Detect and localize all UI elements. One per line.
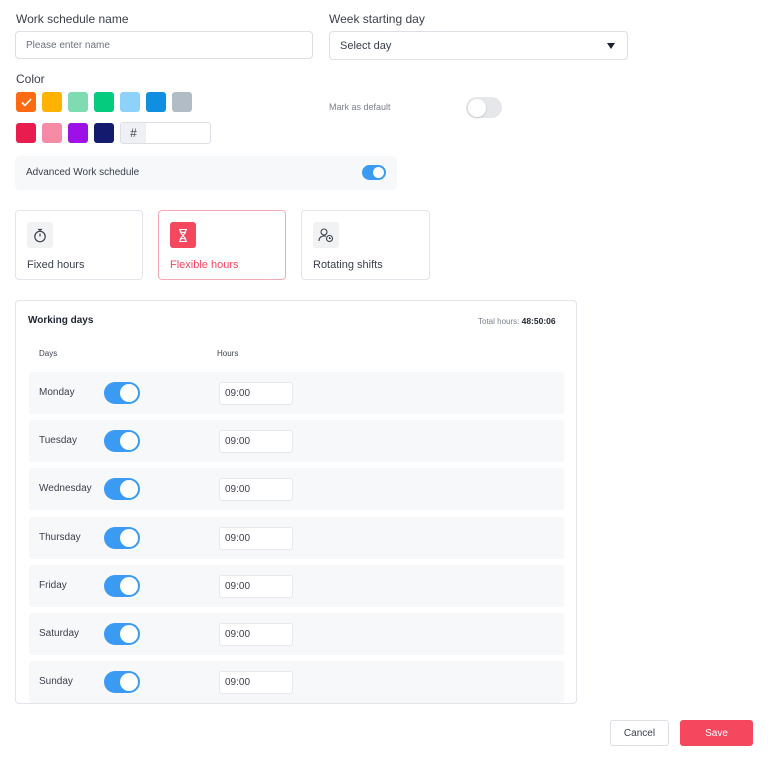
working-day-row: Monday 09:00 xyxy=(29,372,564,414)
color-swatch[interactable] xyxy=(68,92,88,112)
card-flexible-hours-label: Flexible hours xyxy=(170,259,239,271)
color-swatch[interactable] xyxy=(42,123,62,143)
day-hours-input[interactable]: 09:00 xyxy=(219,430,293,454)
day-enabled-toggle[interactable] xyxy=(104,574,140,597)
day-name: Sunday xyxy=(39,676,73,688)
toggle-knob xyxy=(120,432,138,451)
color-label: Color xyxy=(16,72,45,86)
day-hours-input[interactable]: 09:00 xyxy=(219,526,293,550)
stopwatch-icon xyxy=(27,222,53,248)
total-hours-label: Total hours: xyxy=(478,317,520,326)
color-swatches-row-1 xyxy=(16,92,192,112)
day-hours-input[interactable]: 09:00 xyxy=(219,382,293,405)
schedule-name-placeholder: Please enter name xyxy=(26,39,110,51)
schedule-name-label: Work schedule name xyxy=(16,12,129,26)
toggle-knob xyxy=(120,480,138,499)
working-day-row: Sunday 09:00 xyxy=(29,661,564,704)
day-enabled-toggle[interactable] xyxy=(104,623,140,645)
day-hours-input[interactable]: 09:00 xyxy=(219,478,293,502)
total-hours-value: 48:50:06 xyxy=(521,316,556,326)
card-rotating-shifts-label: Rotating shifts xyxy=(313,259,383,271)
total-hours: Total hours: 48:50:06 xyxy=(478,316,556,326)
toggle-knob xyxy=(120,576,138,595)
color-swatch[interactable] xyxy=(94,92,114,112)
mark-default-label: Mark as default xyxy=(329,102,391,112)
card-fixed-hours[interactable]: Fixed hours xyxy=(15,210,143,280)
week-start-value: Select day xyxy=(340,39,392,52)
color-swatch[interactable] xyxy=(146,92,166,112)
card-rotating-shifts[interactable]: Rotating shifts xyxy=(301,210,430,280)
day-enabled-toggle[interactable] xyxy=(104,382,140,404)
card-flexible-hours[interactable]: Flexible hours xyxy=(158,210,286,280)
working-day-row: Friday 09:00 xyxy=(29,564,564,607)
checkmark-icon xyxy=(20,97,32,107)
card-fixed-hours-label: Fixed hours xyxy=(27,259,85,271)
day-hours-input[interactable]: 09:00 xyxy=(219,671,293,695)
day-name: Tuesday xyxy=(39,435,77,447)
color-swatch[interactable] xyxy=(42,92,62,112)
color-swatch[interactable] xyxy=(94,123,114,143)
day-enabled-toggle[interactable] xyxy=(104,430,140,453)
color-swatches-row-2 xyxy=(16,123,114,143)
schedule-name-input[interactable]: Please enter name xyxy=(15,31,313,59)
hourglass-icon xyxy=(170,222,196,248)
custom-color-input[interactable]: # xyxy=(120,122,211,144)
day-name: Saturday xyxy=(39,628,80,639)
week-start-select[interactable]: Select day xyxy=(329,31,628,60)
color-swatch[interactable] xyxy=(16,92,36,112)
toggle-knob xyxy=(468,98,486,117)
color-swatch[interactable] xyxy=(68,123,88,143)
color-swatch[interactable] xyxy=(16,123,36,143)
working-day-row: Tuesday 09:00 xyxy=(29,420,564,463)
save-button[interactable]: Save xyxy=(680,720,753,746)
toggle-knob xyxy=(373,167,384,178)
cancel-button[interactable]: Cancel xyxy=(610,720,669,746)
working-day-row: Saturday 09:00 xyxy=(29,613,564,655)
advanced-schedule-toggle[interactable] xyxy=(362,165,386,180)
column-header-days: Days xyxy=(39,349,58,358)
toggle-knob xyxy=(120,384,138,402)
user-clock-icon xyxy=(313,222,339,248)
day-hours-input[interactable]: 09:00 xyxy=(219,623,293,646)
day-enabled-toggle[interactable] xyxy=(104,671,140,694)
toggle-knob xyxy=(120,673,138,692)
day-name: Friday xyxy=(39,579,67,591)
caret-down-icon xyxy=(607,43,615,49)
advanced-schedule-label: Advanced Work schedule xyxy=(26,167,140,178)
advanced-schedule-bar: Advanced Work schedule xyxy=(15,156,397,190)
day-name: Thursday xyxy=(39,531,81,543)
day-hours-input[interactable]: 09:00 xyxy=(219,574,293,598)
working-day-row: Thursday 09:00 xyxy=(29,516,564,559)
week-start-label: Week starting day xyxy=(329,12,425,26)
mark-default-toggle[interactable] xyxy=(466,97,502,118)
day-enabled-toggle[interactable] xyxy=(104,478,140,501)
toggle-knob xyxy=(120,528,138,547)
working-day-row: Wednesday 09:00 xyxy=(29,468,564,511)
color-swatch[interactable] xyxy=(172,92,192,112)
day-name: Wednesday xyxy=(39,483,92,495)
toggle-knob xyxy=(120,625,138,643)
color-swatch[interactable] xyxy=(120,92,140,112)
day-enabled-toggle[interactable] xyxy=(104,526,140,549)
hash-prefix: # xyxy=(121,123,146,143)
working-days-title: Working days xyxy=(28,315,94,326)
day-name: Monday xyxy=(39,387,75,398)
column-header-hours: Hours xyxy=(217,349,239,358)
